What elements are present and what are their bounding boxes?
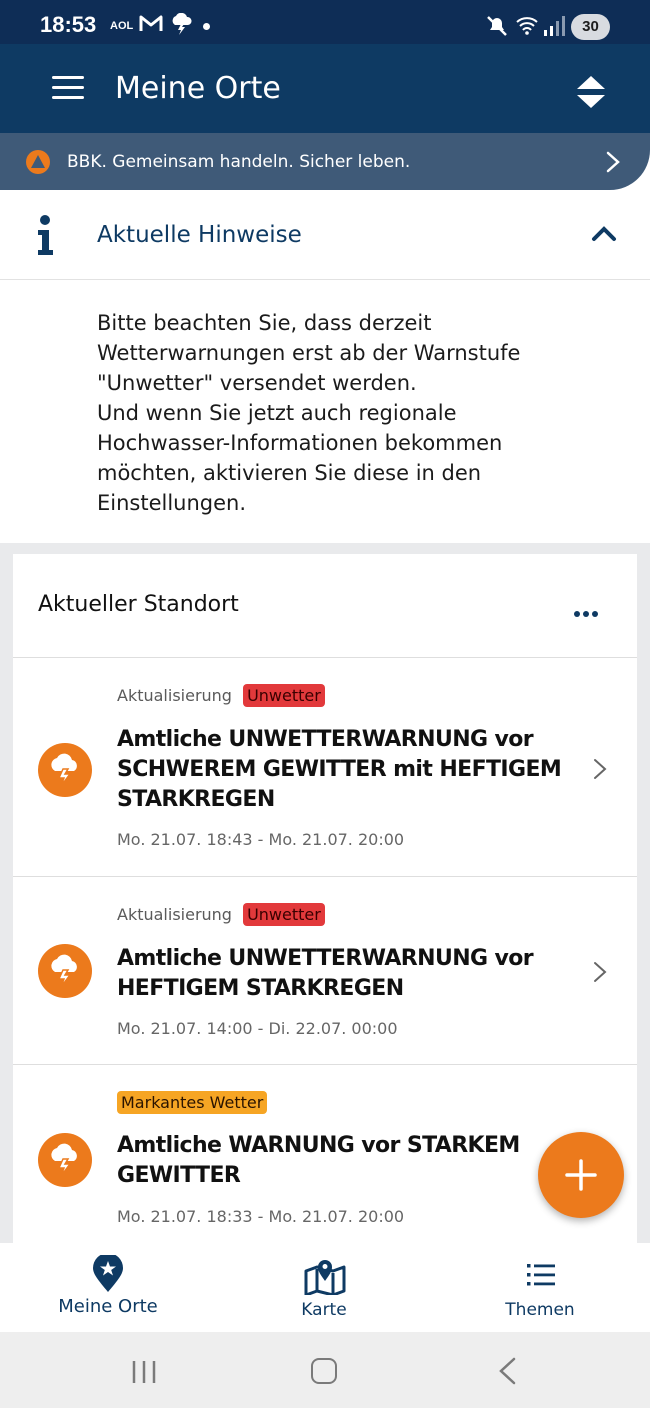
warning-item[interactable]: Aktualisierung Unwetter Amtliche UNWETTE… (13, 658, 637, 877)
chevron-up-icon[interactable] (591, 226, 617, 242)
battery-indicator: 30 (571, 14, 610, 40)
thunderstorm-icon (172, 13, 192, 35)
warning-dates: Mo. 21.07. 18:43 - Mo. 21.07. 20:00 (117, 830, 405, 849)
bbk-banner[interactable]: BBK. Gemeinsam handeln. Sicher leben. (0, 133, 650, 190)
content-area: Aktueller Standort Aktualisierung Unwett… (0, 543, 650, 1243)
more-options-icon[interactable] (574, 602, 601, 621)
gmail-icon (139, 15, 163, 31)
warning-meta: Markantes Wetter (117, 1091, 268, 1114)
list-icon (527, 1264, 555, 1286)
sort-updown-icon[interactable] (575, 74, 607, 110)
notices-header[interactable]: Aktuelle Hinweise (0, 190, 650, 280)
home-icon[interactable] (311, 1358, 337, 1384)
location-star-icon (93, 1255, 123, 1292)
plus-icon (565, 1159, 597, 1191)
notices-text: Bitte beachten Sie, dass derzeit Wetterw… (97, 311, 521, 515)
status-bar: 18:53 AOL 30 (0, 0, 650, 44)
hamburger-menu-icon[interactable] (52, 76, 84, 100)
warning-headline: Amtliche UNWETTERWARNUNG vor HEFTIGEM ST… (117, 946, 534, 1001)
severity-badge: Unwetter (243, 903, 325, 926)
nav-item-themen[interactable]: Themen (432, 1243, 648, 1332)
bbk-warning-icon (26, 150, 50, 174)
nav-item-meine-orte[interactable]: Meine Orte (0, 1243, 216, 1332)
notification-dot-icon (203, 23, 210, 30)
location-card-header: Aktueller Standort (13, 554, 637, 658)
warning-headline: Amtliche WARNUNG vor STARKEM GEWITTER (117, 1133, 520, 1188)
chevron-right-icon (594, 962, 607, 982)
bottom-navigation: Meine Orte Karte Themen (0, 1243, 650, 1332)
warning-item[interactable]: Aktualisierung Unwetter Amtliche UNWETTE… (13, 877, 637, 1065)
warning-headline: Amtliche UNWETTERWARNUNG vor SCHWEREM GE… (117, 727, 562, 812)
nav-label: Meine Orte (58, 1296, 158, 1317)
warning-meta: Aktualisierung Unwetter (117, 903, 325, 926)
notices-title: Aktuelle Hinweise (97, 222, 302, 248)
location-title: Aktueller Standort (38, 592, 239, 617)
system-navigation-bar (0, 1332, 650, 1408)
wifi-icon (516, 17, 538, 35)
warning-dates: Mo. 21.07. 18:33 - Mo. 21.07. 20:00 (117, 1207, 405, 1226)
info-icon (38, 215, 53, 255)
signal-icon (544, 16, 565, 36)
back-icon[interactable] (497, 1357, 517, 1385)
thunderstorm-warning-icon (38, 743, 92, 797)
severity-badge: Unwetter (243, 684, 325, 707)
add-location-button[interactable] (538, 1132, 624, 1218)
chevron-right-icon (606, 151, 620, 173)
location-card: Aktueller Standort Aktualisierung Unwett… (13, 554, 637, 1243)
warning-type: Aktualisierung (117, 905, 232, 924)
recent-apps-icon[interactable] (131, 1359, 157, 1385)
notices-body: Bitte beachten Sie, dass derzeit Wetterw… (0, 281, 650, 543)
map-icon (304, 1260, 346, 1295)
aol-icon: AOL (110, 20, 134, 32)
top-app-bar: Meine Orte (0, 44, 650, 133)
thunderstorm-warning-icon (38, 1133, 92, 1187)
mute-icon (487, 16, 507, 36)
warning-meta: Aktualisierung Unwetter (117, 684, 325, 707)
chevron-right-icon (594, 759, 607, 779)
warning-type: Aktualisierung (117, 686, 232, 705)
warning-dates: Mo. 21.07. 14:00 - Di. 22.07. 00:00 (117, 1019, 398, 1038)
nav-item-karte[interactable]: Karte (216, 1243, 432, 1332)
nav-label: Karte (301, 1300, 347, 1320)
thunderstorm-warning-icon (38, 944, 92, 998)
banner-text: BBK. Gemeinsam handeln. Sicher leben. (67, 152, 411, 172)
severity-badge: Markantes Wetter (117, 1091, 268, 1114)
page-title: Meine Orte (115, 71, 281, 106)
status-time: 18:53 (40, 12, 97, 37)
nav-label: Themen (505, 1300, 575, 1320)
